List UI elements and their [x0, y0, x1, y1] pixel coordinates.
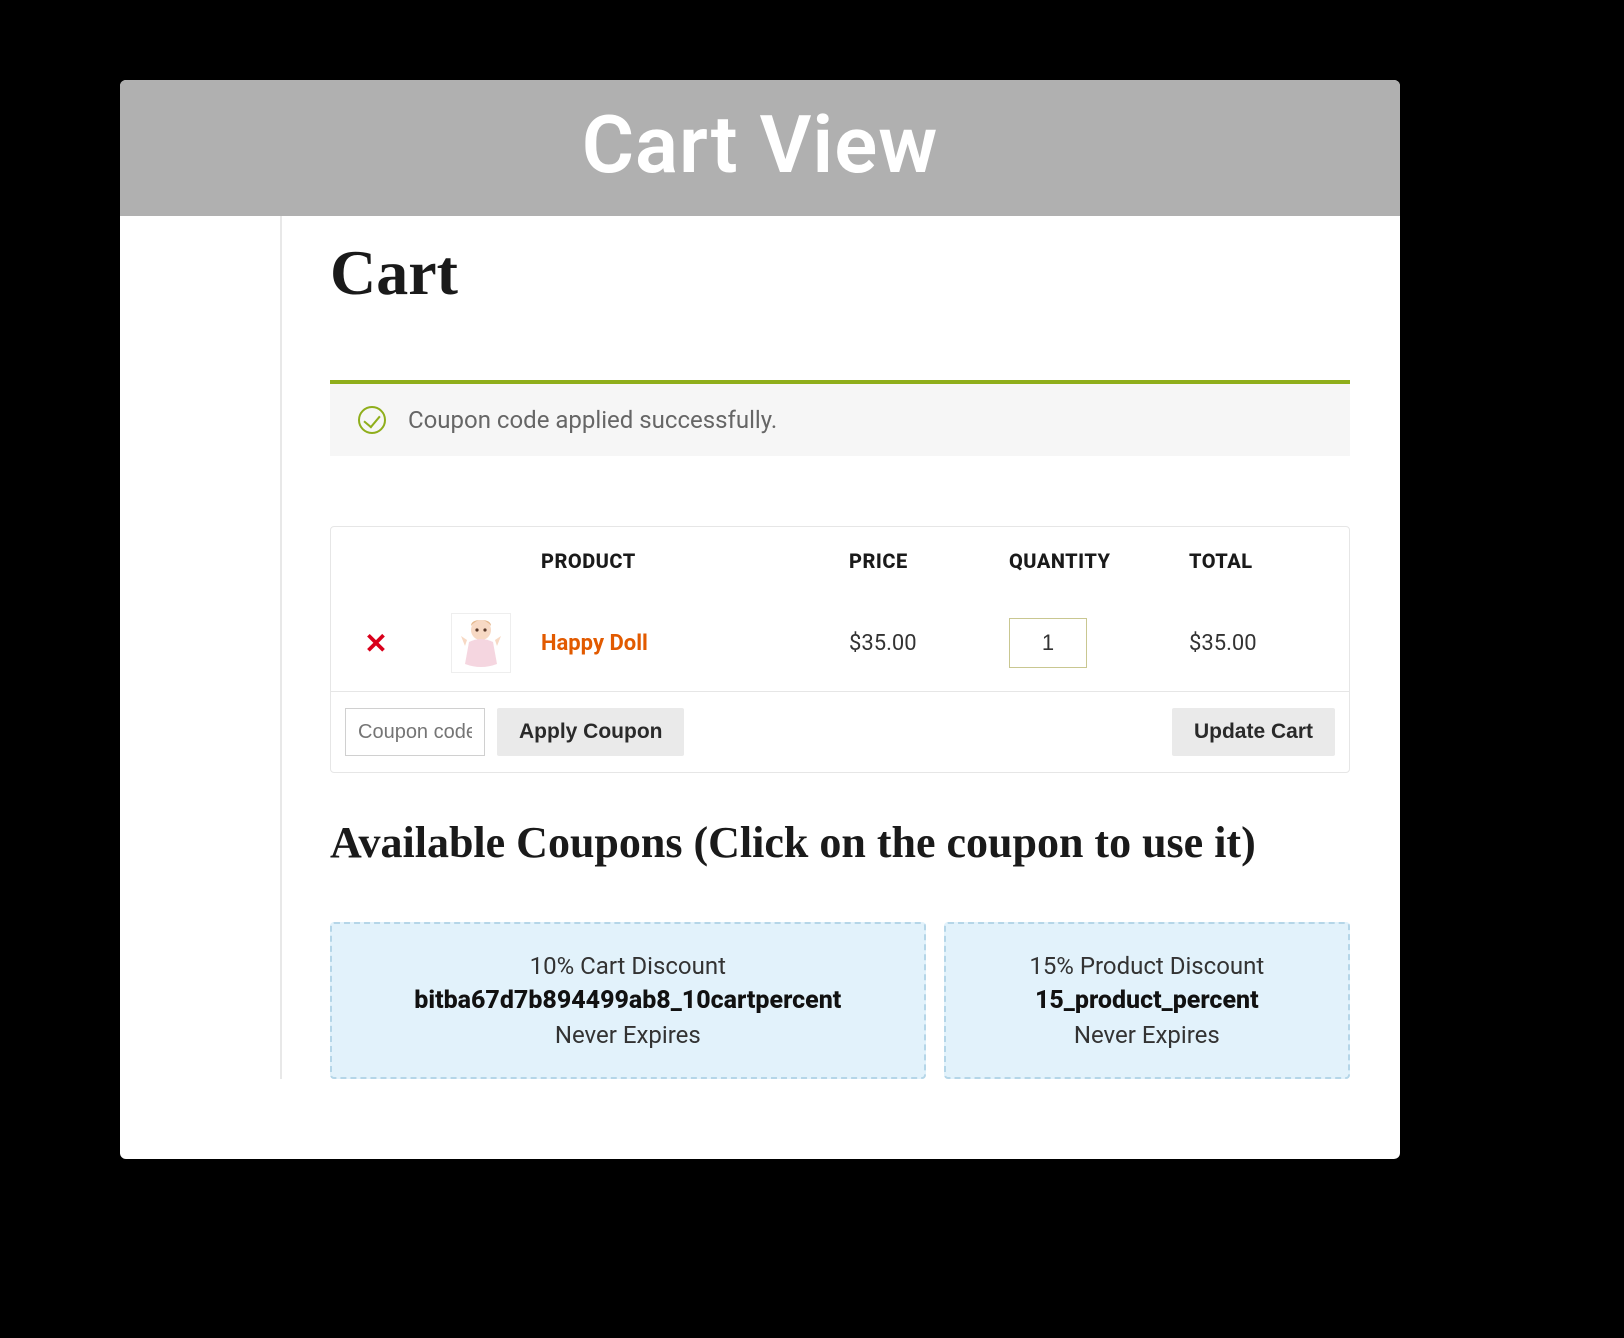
doll-icon [459, 616, 503, 670]
col-total: TOTAL [1189, 549, 1349, 573]
cart-table: PRODUCT PRICE QUANTITY TOTAL ✕ [330, 526, 1350, 773]
quantity-input[interactable] [1009, 618, 1087, 668]
app-frame: Cart View Cart Coupon code applied succe… [120, 80, 1400, 1159]
col-product: PRODUCT [541, 549, 849, 573]
notice-text: Coupon code applied successfully. [408, 406, 777, 434]
available-coupons-title: Available Coupons (Click on the coupon t… [330, 813, 1350, 872]
coupon-expiry: Never Expires [958, 1021, 1336, 1049]
product-thumb-cell [421, 613, 541, 673]
cart-page: Cart Coupon code applied successfully. P… [120, 216, 1400, 1159]
coupon-card[interactable]: 15% Product Discount 15_product_percent … [944, 922, 1350, 1079]
banner-title: Cart View [120, 80, 1400, 216]
product-name-link[interactable]: Happy Doll [541, 631, 849, 656]
page-title: Cart [330, 236, 1350, 310]
coupon-desc: 10% Cart Discount [344, 952, 912, 980]
product-price: $35.00 [849, 631, 1009, 656]
coupon-desc: 15% Product Discount [958, 952, 1336, 980]
col-quantity: QUANTITY [1009, 549, 1189, 573]
update-cart-button[interactable]: Update Cart [1172, 708, 1335, 756]
product-thumbnail[interactable] [451, 613, 511, 673]
coupon-code: 15_product_percent [958, 986, 1336, 1015]
divider-rule [280, 216, 282, 1079]
coupons-list: 10% Cart Discount bitba67d7b894499ab8_10… [330, 922, 1350, 1079]
product-total: $35.00 [1189, 631, 1349, 656]
col-price: PRICE [849, 549, 1009, 573]
remove-item-button[interactable]: ✕ [331, 627, 421, 660]
quantity-cell [1009, 618, 1189, 668]
coupon-card[interactable]: 10% Cart Discount bitba67d7b894499ab8_10… [330, 922, 926, 1079]
check-circle-icon [358, 406, 386, 434]
coupon-code-input[interactable] [345, 708, 485, 756]
cart-actions-row: Apply Coupon Update Cart [331, 691, 1349, 772]
coupon-code: bitba67d7b894499ab8_10cartpercent [344, 986, 912, 1015]
cart-table-header: PRODUCT PRICE QUANTITY TOTAL [331, 527, 1349, 595]
success-notice: Coupon code applied successfully. [330, 380, 1350, 456]
apply-coupon-button[interactable]: Apply Coupon [497, 708, 684, 756]
cart-row: ✕ [331, 595, 1349, 691]
coupon-expiry: Never Expires [344, 1021, 912, 1049]
